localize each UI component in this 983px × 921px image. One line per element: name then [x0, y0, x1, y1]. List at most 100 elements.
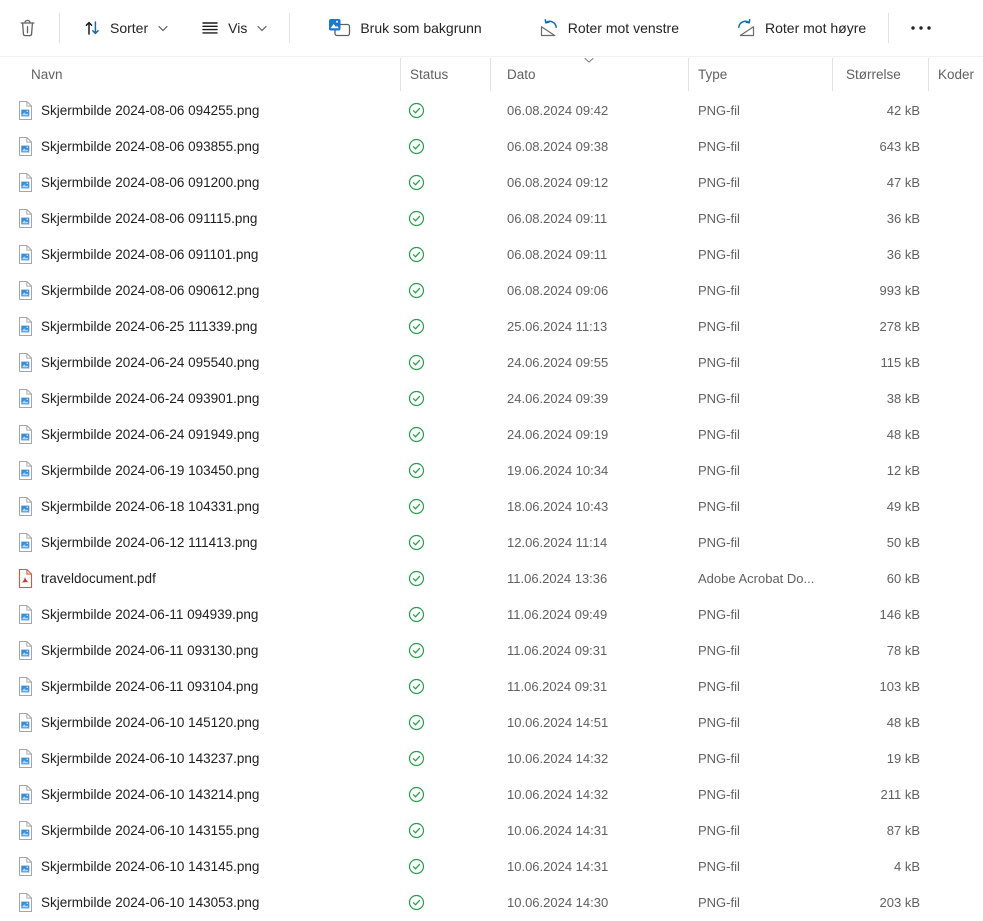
table-row[interactable]: Skjermbilde 2024-06-10 143155.png 10.06.… — [0, 812, 983, 848]
table-row[interactable]: Skjermbilde 2024-08-06 094255.png 06.08.… — [0, 92, 983, 128]
file-date: 06.08.2024 09:12 — [490, 175, 688, 190]
file-size: 78 kB — [832, 643, 928, 658]
file-size: 4 kB — [832, 859, 928, 874]
file-date: 10.06.2024 14:30 — [490, 895, 688, 910]
table-row[interactable]: Skjermbilde 2024-06-11 093104.png 11.06.… — [0, 668, 983, 704]
sync-status-ok-icon — [408, 390, 425, 407]
file-date: 25.06.2024 11:13 — [490, 319, 688, 334]
column-header-label: Navn — [31, 67, 63, 82]
table-row[interactable]: Skjermbilde 2024-06-10 145120.png 10.06.… — [0, 704, 983, 740]
table-row[interactable]: Skjermbilde 2024-06-25 111339.png 25.06.… — [0, 308, 983, 344]
file-size: 60 kB — [832, 571, 928, 586]
file-size: 38 kB — [832, 391, 928, 406]
file-type: Adobe Acrobat Do... — [688, 571, 832, 586]
table-row[interactable]: Skjermbilde 2024-06-10 143053.png 10.06.… — [0, 884, 983, 920]
delete-button[interactable] — [5, 8, 49, 48]
png-file-icon — [17, 748, 34, 769]
file-type: PNG-fil — [688, 427, 832, 442]
sync-status-ok-icon — [408, 894, 425, 911]
table-row[interactable]: Skjermbilde 2024-06-24 095540.png 24.06.… — [0, 344, 983, 380]
png-file-icon — [17, 856, 34, 877]
file-name: Skjermbilde 2024-06-10 143155.png — [41, 823, 259, 838]
sync-status-ok-icon — [408, 750, 425, 767]
file-size: 42 kB — [832, 103, 928, 118]
file-name: Skjermbilde 2024-08-06 093855.png — [41, 139, 259, 154]
sync-status-ok-icon — [408, 858, 425, 875]
sync-status-ok-icon — [408, 570, 425, 587]
table-row[interactable]: Skjermbilde 2024-08-06 091101.png 06.08.… — [0, 236, 983, 272]
column-header-date[interactable]: Dato — [490, 57, 688, 92]
file-date: 11.06.2024 13:36 — [490, 571, 688, 586]
sort-descending-icon — [584, 57, 595, 64]
chevron-down-icon — [257, 25, 267, 32]
file-name: Skjermbilde 2024-06-24 093901.png — [41, 391, 259, 406]
more-options-button[interactable] — [899, 8, 943, 48]
table-row[interactable]: Skjermbilde 2024-06-10 143145.png 10.06.… — [0, 848, 983, 884]
file-type: PNG-fil — [688, 463, 832, 478]
table-row[interactable]: Skjermbilde 2024-06-24 091949.png 24.06.… — [0, 416, 983, 452]
table-row[interactable]: Skjermbilde 2024-08-06 090612.png 06.08.… — [0, 272, 983, 308]
rotate-left-button[interactable]: Roter mot venstre — [526, 8, 691, 48]
table-row[interactable]: Skjermbilde 2024-06-24 093901.png 24.06.… — [0, 380, 983, 416]
table-row[interactable]: Skjermbilde 2024-08-06 091115.png 06.08.… — [0, 200, 983, 236]
sync-status-ok-icon — [408, 822, 425, 839]
png-file-icon — [17, 460, 34, 481]
table-row[interactable]: Skjermbilde 2024-06-18 104331.png 18.06.… — [0, 488, 983, 524]
file-type: PNG-fil — [688, 751, 832, 766]
table-row[interactable]: Skjermbilde 2024-06-10 143237.png 10.06.… — [0, 740, 983, 776]
sync-status-ok-icon — [408, 642, 425, 659]
table-row[interactable]: Skjermbilde 2024-06-19 103450.png 19.06.… — [0, 452, 983, 488]
column-header-name[interactable]: Navn — [0, 57, 400, 92]
sync-status-ok-icon — [408, 606, 425, 623]
file-date: 10.06.2024 14:51 — [490, 715, 688, 730]
png-file-icon — [17, 892, 34, 913]
png-file-icon — [17, 604, 34, 625]
view-button[interactable]: Vis — [188, 8, 279, 48]
file-name: Skjermbilde 2024-06-10 143214.png — [41, 787, 259, 802]
file-date: 10.06.2024 14:32 — [490, 787, 688, 802]
sync-status-ok-icon — [408, 462, 425, 479]
file-name: Skjermbilde 2024-06-24 091949.png — [41, 427, 259, 442]
file-size: 146 kB — [832, 607, 928, 622]
file-type: PNG-fil — [688, 499, 832, 514]
rotate-right-button[interactable]: Roter mot høyre — [723, 8, 878, 48]
table-row[interactable]: Skjermbilde 2024-08-06 093855.png 06.08.… — [0, 128, 983, 164]
column-header-type[interactable]: Type — [688, 57, 832, 92]
toolbar-divider — [289, 13, 290, 43]
file-name: traveldocument.pdf — [41, 571, 156, 586]
table-row[interactable]: Skjermbilde 2024-06-11 094939.png 11.06.… — [0, 596, 983, 632]
sync-status-ok-icon — [408, 174, 425, 191]
sync-status-ok-icon — [408, 210, 425, 227]
png-file-icon — [17, 640, 34, 661]
table-row[interactable]: Skjermbilde 2024-08-06 091200.png 06.08.… — [0, 164, 983, 200]
png-file-icon — [17, 424, 34, 445]
file-type: PNG-fil — [688, 607, 832, 622]
set-as-background-button[interactable]: Bruk som bakgrunn — [316, 8, 493, 48]
sort-arrows-icon — [82, 18, 102, 38]
file-type: PNG-fil — [688, 535, 832, 550]
file-date: 24.06.2024 09:55 — [490, 355, 688, 370]
table-row[interactable]: traveldocument.pdf 11.06.2024 13:36 Adob… — [0, 560, 983, 596]
png-file-icon — [17, 388, 34, 409]
sort-button[interactable]: Sorter — [70, 8, 180, 48]
png-file-icon — [17, 532, 34, 553]
sync-status-ok-icon — [408, 498, 425, 515]
toolbar-divider — [59, 13, 60, 43]
file-date: 12.06.2024 11:14 — [490, 535, 688, 550]
column-header-label: Dato — [507, 67, 536, 82]
chevron-down-icon — [158, 25, 168, 32]
file-name: Skjermbilde 2024-06-10 143053.png — [41, 895, 259, 910]
column-header-size[interactable]: Størrelse — [832, 57, 928, 92]
file-type: PNG-fil — [688, 715, 832, 730]
file-type: PNG-fil — [688, 859, 832, 874]
column-header-status[interactable]: Status — [400, 57, 490, 92]
table-row[interactable]: Skjermbilde 2024-06-10 143214.png 10.06.… — [0, 776, 983, 812]
table-row[interactable]: Skjermbilde 2024-06-11 093130.png 11.06.… — [0, 632, 983, 668]
column-header-tags[interactable]: Koder — [928, 57, 983, 92]
png-file-icon — [17, 316, 34, 337]
file-name: Skjermbilde 2024-08-06 091101.png — [41, 247, 258, 262]
file-date: 06.08.2024 09:11 — [490, 247, 688, 262]
table-header: Navn Status Dato Type Størrelse Koder — [0, 57, 983, 92]
file-type: PNG-fil — [688, 355, 832, 370]
table-row[interactable]: Skjermbilde 2024-06-12 111413.png 12.06.… — [0, 524, 983, 560]
